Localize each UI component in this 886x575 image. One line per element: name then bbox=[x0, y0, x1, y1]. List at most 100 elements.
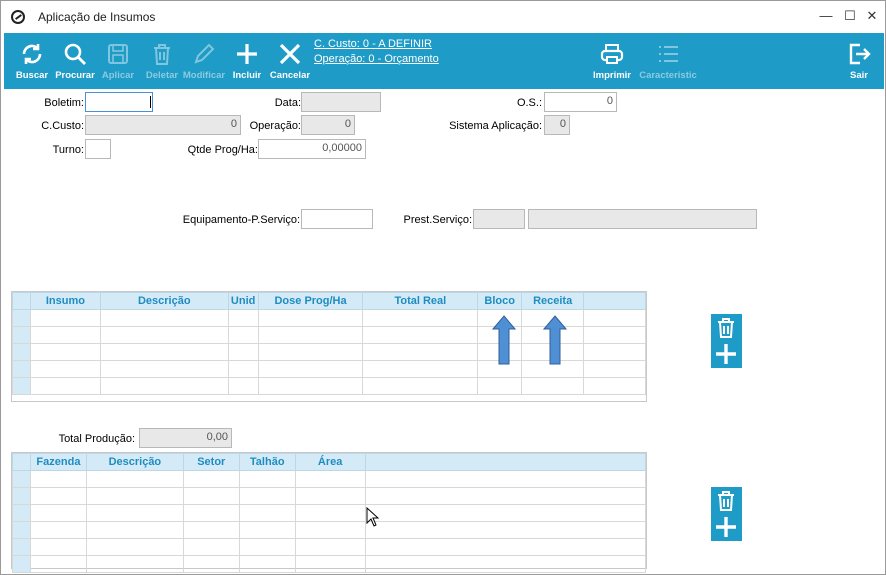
search-icon bbox=[64, 43, 86, 65]
incluir-label: Incluir bbox=[232, 70, 262, 81]
maximize-button[interactable]: ☐ bbox=[839, 5, 861, 27]
col-descricao[interactable]: Descrição bbox=[85, 453, 184, 471]
table-row[interactable] bbox=[12, 538, 647, 556]
col-talhao[interactable]: Talhão bbox=[238, 453, 296, 471]
operacao-link[interactable]: Operação: 0 - Orçamento bbox=[314, 52, 439, 67]
table-row[interactable] bbox=[12, 504, 647, 522]
title-bar: Aplicação de Insumos — ☐ ✕ bbox=[1, 1, 885, 32]
fazendas-grid[interactable]: Fazenda Descrição Setor Talhão Área bbox=[11, 452, 647, 573]
caracteristic-button[interactable]: Caracteristic bbox=[638, 33, 698, 89]
close-icon bbox=[279, 43, 301, 65]
aplicar-label: Aplicar bbox=[101, 70, 135, 81]
os-input[interactable]: 0 bbox=[544, 92, 617, 112]
data-input[interactable] bbox=[301, 92, 381, 112]
incluir-button[interactable]: Incluir bbox=[228, 33, 266, 89]
centro-custo-link[interactable]: C. Custo: 0 - A DEFINIR bbox=[314, 37, 439, 52]
col-empty bbox=[583, 292, 646, 310]
procurar-label: Procurar bbox=[55, 70, 95, 81]
sair-button[interactable]: Sair bbox=[842, 33, 876, 89]
pencil-icon bbox=[194, 43, 215, 64]
col-descricao[interactable]: Descrição bbox=[99, 292, 229, 310]
col-insumo[interactable]: Insumo bbox=[29, 292, 101, 310]
deletar-label: Deletar bbox=[145, 70, 179, 81]
sistema-aplicacao-input[interactable]: 0 bbox=[544, 115, 570, 135]
col-fazenda[interactable]: Fazenda bbox=[29, 453, 87, 471]
boletim-label: Boletim: bbox=[44, 97, 84, 109]
trash-icon bbox=[154, 44, 170, 65]
data-label: Data: bbox=[274, 97, 301, 109]
insumos-grid-header: Insumo Descrição Unid Dose Prog/Ha Total… bbox=[12, 292, 646, 310]
col-area[interactable]: Área bbox=[294, 453, 366, 471]
aplicar-button[interactable]: Aplicar bbox=[98, 33, 138, 89]
turno-label: Turno: bbox=[52, 144, 84, 156]
app-logo-icon bbox=[11, 10, 25, 24]
total-producao-label: Total Produção: bbox=[58, 433, 135, 445]
grid1-actions bbox=[711, 314, 742, 368]
caracteristic-label: Caracteristic bbox=[639, 70, 697, 81]
qtde-prog-input[interactable]: 0,00000 bbox=[258, 139, 366, 159]
context-links: C. Custo: 0 - A DEFINIR Operação: 0 - Or… bbox=[314, 37, 439, 67]
modificar-label: Modificar bbox=[182, 70, 226, 81]
trash-icon[interactable] bbox=[715, 317, 737, 339]
boletim-input[interactable] bbox=[85, 92, 153, 112]
trash-icon[interactable] bbox=[715, 490, 737, 512]
exit-icon bbox=[849, 43, 871, 65]
printer-icon bbox=[600, 44, 624, 64]
toolbar: Buscar Procurar Aplicar Deletar Modifica… bbox=[4, 33, 884, 89]
col-unid[interactable]: Unid bbox=[227, 292, 259, 310]
buscar-button[interactable]: Buscar bbox=[10, 33, 54, 89]
window-title: Aplicação de Insumos bbox=[38, 10, 156, 24]
sistema-aplicacao-label: Sistema Aplicação: bbox=[449, 120, 542, 132]
cancelar-label: Cancelar bbox=[269, 70, 311, 81]
cancelar-button[interactable]: Cancelar bbox=[268, 33, 312, 89]
imprimir-button[interactable]: Imprimir bbox=[590, 33, 634, 89]
minimize-button[interactable]: — bbox=[815, 5, 837, 27]
col-setor[interactable]: Setor bbox=[182, 453, 240, 471]
total-producao-input[interactable]: 0,00 bbox=[139, 428, 232, 448]
table-row[interactable] bbox=[12, 470, 647, 488]
ccusto-input[interactable]: 0 bbox=[85, 115, 241, 135]
fazendas-grid-header: Fazenda Descrição Setor Talhão Área bbox=[12, 453, 647, 471]
col-total-real[interactable]: Total Real bbox=[362, 292, 479, 310]
table-row[interactable] bbox=[12, 377, 646, 395]
col-empty bbox=[364, 453, 647, 471]
col-receita[interactable]: Receita bbox=[521, 292, 585, 310]
modificar-button[interactable]: Modificar bbox=[182, 33, 226, 89]
ccusto-label: C.Custo: bbox=[41, 120, 84, 132]
os-label: O.S.: bbox=[516, 97, 542, 109]
sair-label: Sair bbox=[850, 70, 868, 81]
up-arrow-receita-icon bbox=[543, 315, 567, 365]
form-area: Boletim: Data: O.S.: 0 C.Custo: 0 Operaç… bbox=[4, 89, 884, 573]
up-arrow-bloco-icon bbox=[492, 315, 516, 365]
app-window: Aplicação de Insumos — ☐ ✕ Buscar Procur… bbox=[0, 0, 886, 575]
procurar-button[interactable]: Procurar bbox=[54, 33, 96, 89]
table-row[interactable] bbox=[12, 521, 647, 539]
equipamento-input[interactable] bbox=[301, 209, 373, 229]
list-icon bbox=[659, 46, 678, 62]
col-bloco[interactable]: Bloco bbox=[477, 292, 523, 310]
refresh-icon bbox=[22, 44, 42, 64]
row-selector-header bbox=[12, 292, 31, 310]
grid2-actions bbox=[711, 487, 742, 541]
mouse-cursor-icon bbox=[366, 507, 380, 527]
close-window-button[interactable]: ✕ bbox=[861, 5, 883, 27]
turno-input[interactable] bbox=[85, 139, 111, 159]
qtde-prog-label: Qtde Prog/Ha: bbox=[187, 144, 258, 156]
table-row[interactable] bbox=[12, 555, 647, 573]
table-row[interactable] bbox=[12, 487, 647, 505]
deletar-button[interactable]: Deletar bbox=[142, 33, 182, 89]
plus-icon[interactable] bbox=[715, 516, 737, 538]
buscar-label: Buscar bbox=[15, 70, 49, 81]
equipamento-label: Equipamento-P.Serviço: bbox=[182, 214, 300, 226]
col-dose-prog[interactable]: Dose Prog/Ha bbox=[257, 292, 364, 310]
row-selector-header bbox=[12, 453, 31, 471]
operacao-input[interactable]: 0 bbox=[301, 115, 355, 135]
plus-icon bbox=[237, 44, 257, 64]
prest-servico-label: Prest.Serviço: bbox=[403, 214, 472, 226]
imprimir-label: Imprimir bbox=[592, 70, 631, 81]
prest-servico-desc bbox=[528, 209, 757, 229]
plus-icon[interactable] bbox=[715, 343, 737, 365]
operacao-label: Operação: bbox=[249, 120, 301, 132]
save-icon bbox=[108, 44, 128, 64]
prest-servico-input[interactable] bbox=[473, 209, 525, 229]
